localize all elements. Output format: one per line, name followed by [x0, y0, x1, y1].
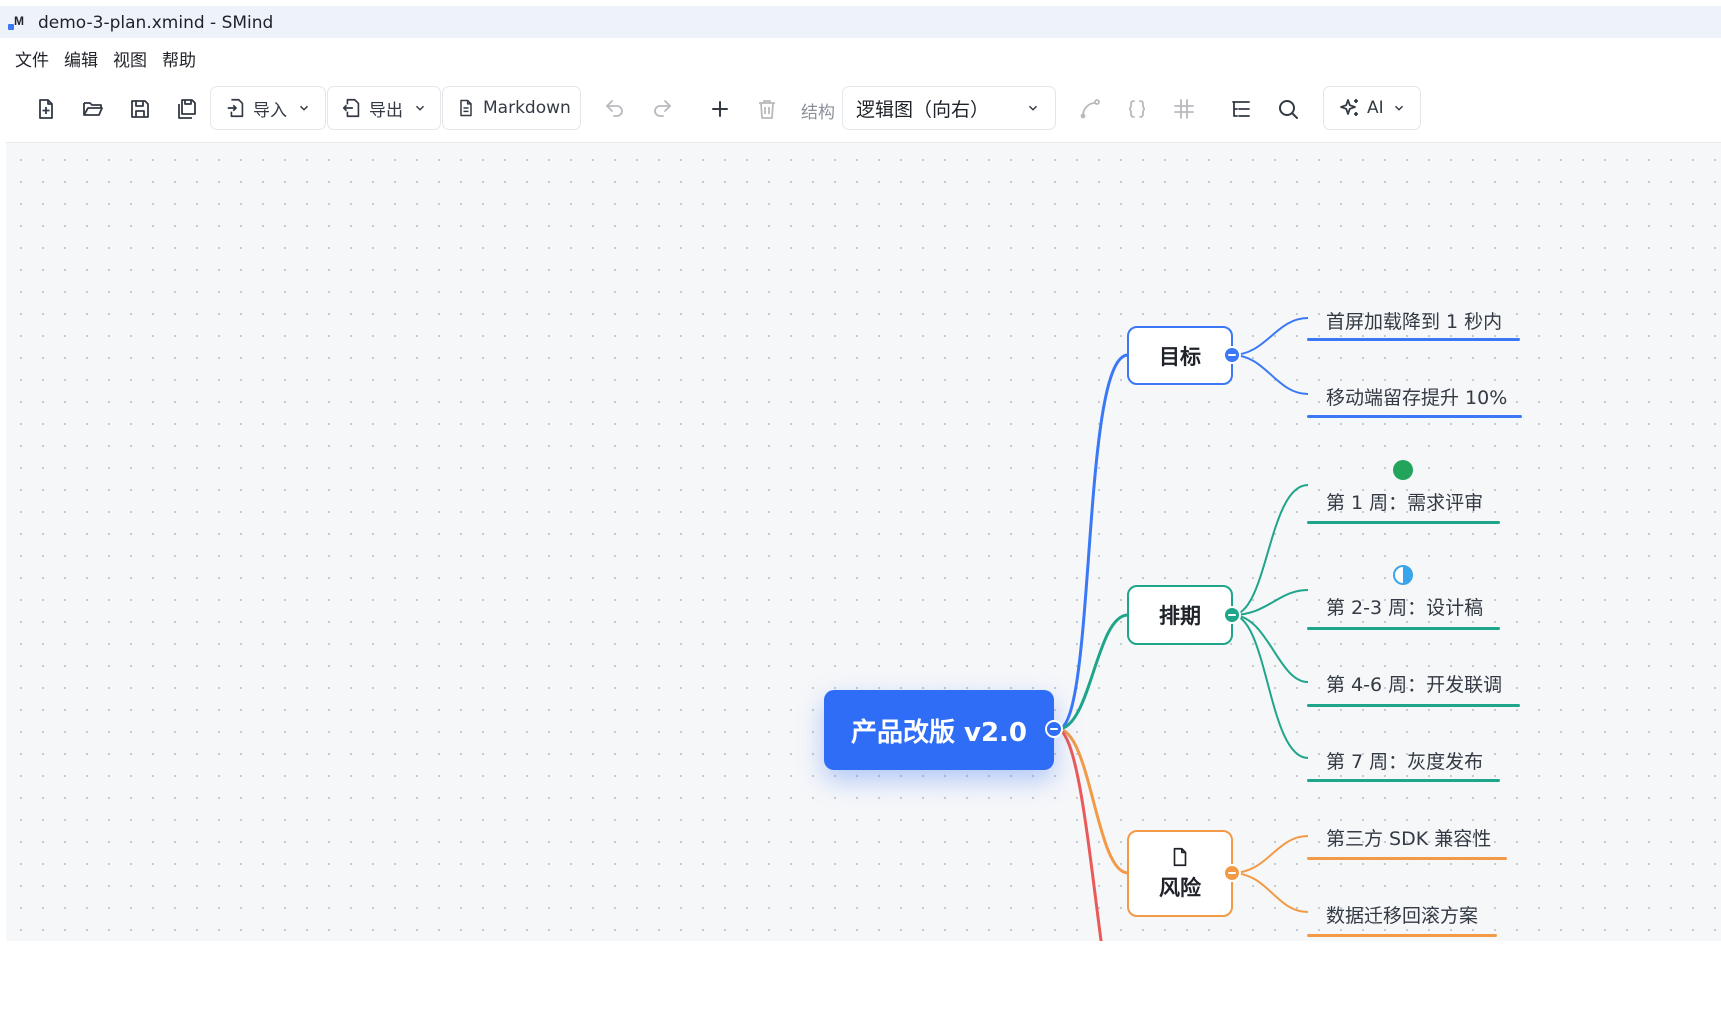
save-icon[interactable]	[123, 92, 157, 126]
leaf-underline	[1307, 779, 1500, 782]
branch-topic-goal[interactable]: 目标	[1127, 326, 1233, 385]
structure-label: 结构	[801, 103, 835, 123]
structure-select[interactable]: 逻辑图（向右）	[842, 86, 1056, 130]
branch-topic-risk[interactable]: 风险	[1127, 830, 1233, 917]
import-button[interactable]: 导入	[210, 86, 326, 130]
leaf-topic[interactable]: 数据迁移回滚方案	[1326, 901, 1478, 928]
leaf-underline	[1307, 521, 1500, 524]
note-icon	[1173, 847, 1187, 866]
title-bar: M demo-3-plan.xmind - SMind	[0, 6, 1721, 38]
leaf-topic[interactable]: 第 4-6 周：开发联调	[1326, 670, 1502, 697]
app-icon: M	[8, 14, 26, 33]
branch-label: 目标	[1159, 344, 1201, 369]
search-icon[interactable]	[1271, 92, 1305, 126]
toolbar: 导入 导出 Markdown 结构 逻辑图（向右） AI	[0, 78, 1721, 142]
structure-value: 逻辑图（向右）	[856, 98, 990, 121]
menu-view[interactable]: 视图	[113, 46, 147, 71]
collapse-risk-button[interactable]	[1223, 864, 1241, 882]
menu-file[interactable]: 文件	[15, 46, 49, 71]
outline-icon[interactable]	[1224, 92, 1258, 126]
leaf-underline	[1307, 338, 1520, 341]
branch-topic-schedule[interactable]: 排期	[1127, 585, 1233, 645]
leaf-topic[interactable]: 首屏加载降到 1 秒内	[1326, 307, 1502, 334]
braces-icon[interactable]	[1120, 92, 1154, 126]
window-title: demo-3-plan.xmind - SMind	[38, 13, 274, 33]
markdown-label: Markdown	[483, 98, 571, 118]
import-label: 导入	[253, 100, 287, 121]
chevron-down-icon	[1028, 105, 1038, 111]
leaf-underline	[1307, 704, 1520, 707]
connector-lines	[1057, 317, 1309, 941]
new-file-icon[interactable]	[29, 92, 63, 126]
leaf-topic[interactable]: 第 7 周：灰度发布	[1326, 747, 1483, 774]
leaf-topic[interactable]: 第三方 SDK 兼容性	[1326, 824, 1491, 851]
delete-icon[interactable]	[750, 92, 784, 126]
ai-button[interactable]: AI	[1323, 86, 1421, 130]
task-half-icon	[1393, 565, 1413, 585]
chevron-down-icon	[1394, 105, 1403, 111]
markdown-button[interactable]: Markdown	[442, 86, 581, 130]
open-folder-icon[interactable]	[76, 92, 110, 126]
branch-label: 排期	[1159, 604, 1201, 628]
leaf-topic[interactable]: 第 2-3 周：设计稿	[1326, 593, 1483, 620]
sparkles-icon	[1340, 99, 1358, 116]
leaf-topic[interactable]: 第 1 周：需求评审	[1326, 488, 1483, 515]
menu-help[interactable]: 帮助	[162, 46, 196, 71]
save-as-icon[interactable]	[170, 92, 204, 126]
import-icon	[227, 98, 244, 118]
leaf-underline	[1307, 415, 1522, 418]
leaf-topic[interactable]: 移动端留存提升 10%	[1326, 383, 1507, 410]
collapse-goal-button[interactable]	[1223, 346, 1241, 364]
branch-label: 风险	[1159, 875, 1201, 900]
leaf-underline	[1307, 857, 1507, 860]
redo-icon[interactable]	[645, 92, 679, 126]
relationship-icon[interactable]	[1073, 92, 1107, 126]
chevron-down-icon	[415, 105, 425, 111]
menu-edit[interactable]: 编辑	[64, 46, 98, 71]
collapse-root-button[interactable]	[1045, 720, 1063, 738]
chevron-down-icon	[299, 105, 309, 111]
export-button[interactable]: 导出	[327, 86, 441, 130]
menu-bar: 文件 编辑 视图 帮助	[0, 40, 1721, 74]
add-topic-icon[interactable]	[703, 92, 737, 126]
ai-label: AI	[1367, 98, 1384, 118]
root-topic[interactable]: 产品改版 v2.0	[824, 690, 1054, 770]
leaf-underline	[1307, 934, 1497, 937]
mindmap-canvas[interactable]: 产品改版 v2.0 目标 首屏加载降到 1 秒内 移动端留存提升 10% 排期 …	[6, 142, 1721, 941]
undo-icon[interactable]	[598, 92, 632, 126]
export-icon	[342, 98, 360, 118]
export-label: 导出	[369, 100, 403, 121]
hash-icon[interactable]	[1167, 92, 1201, 126]
leaf-underline	[1307, 627, 1500, 630]
collapse-schedule-button[interactable]	[1223, 606, 1241, 624]
document-icon	[460, 99, 472, 117]
task-done-icon	[1393, 460, 1413, 480]
